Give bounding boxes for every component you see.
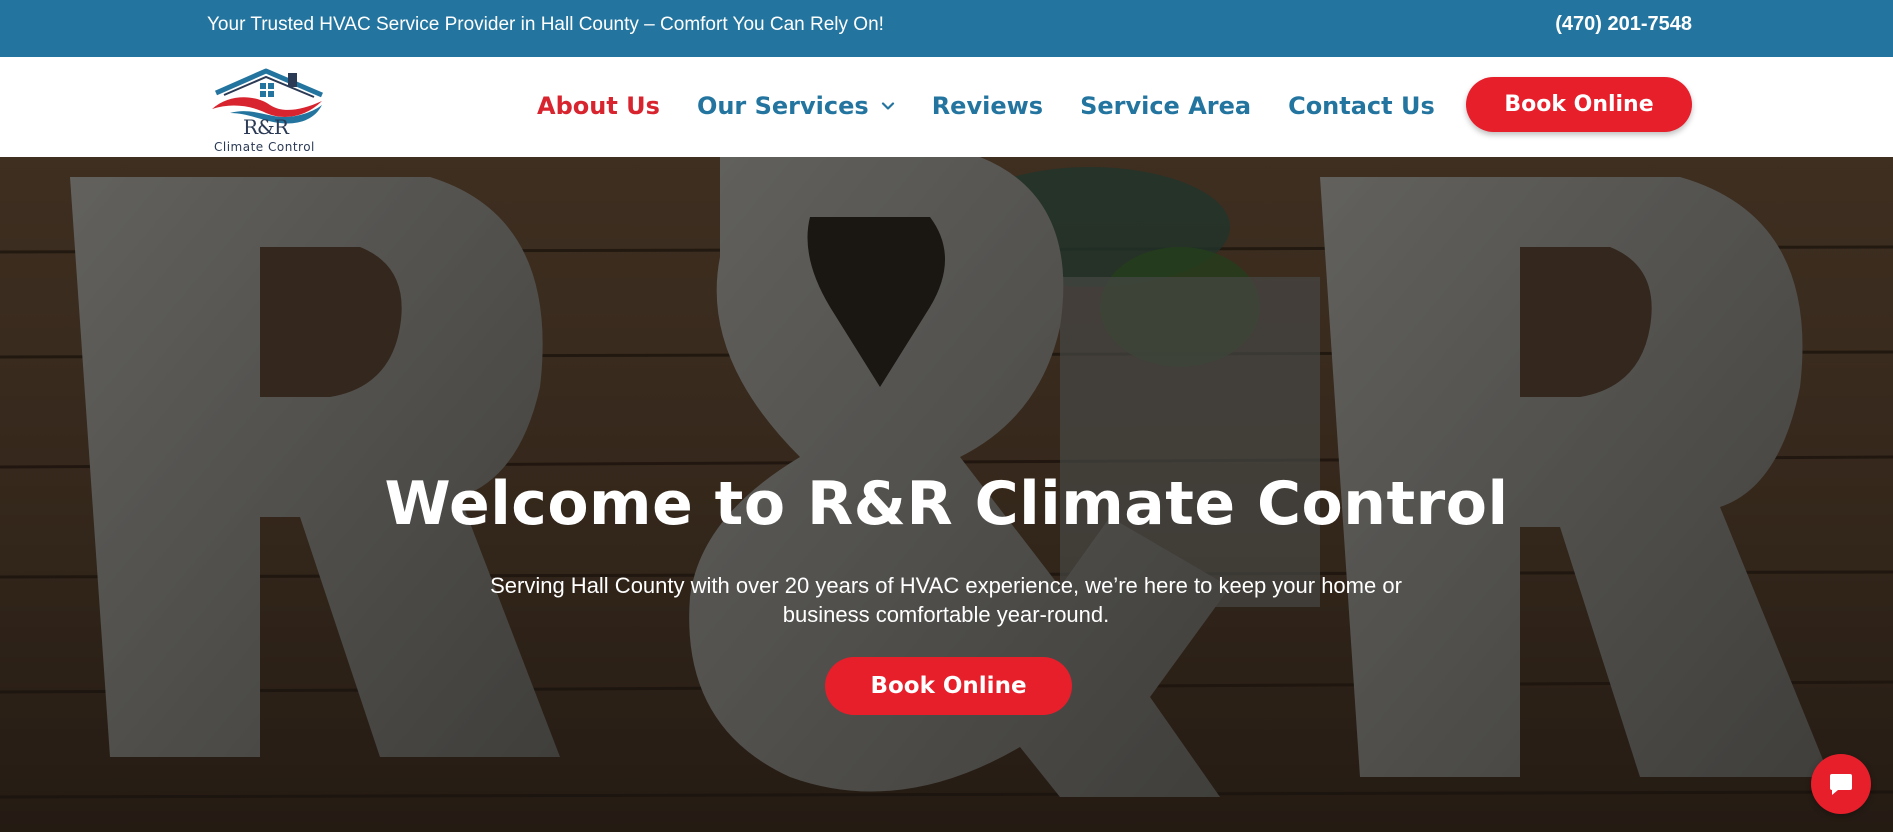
hero-title: Welcome to R&R Climate Control xyxy=(384,469,1509,539)
phone-link[interactable]: (470) 201-7548 xyxy=(1555,12,1692,36)
nav-about-us[interactable]: About Us xyxy=(537,92,660,120)
nav-our-services[interactable]: Our Services xyxy=(697,92,895,120)
nav-our-services-label: Our Services xyxy=(696,92,869,120)
main-nav: About Us Our Services Reviews Service Ar… xyxy=(537,86,1472,126)
chat-widget-button[interactable] xyxy=(1811,754,1871,814)
hero-book-online-button[interactable]: Book Online xyxy=(825,657,1072,715)
nav-contact-us[interactable]: Contact Us xyxy=(1288,92,1435,120)
chevron-down-icon[interactable] xyxy=(881,99,895,113)
logo-subtitle: Climate Control xyxy=(214,140,315,154)
top-bar-tagline: Your Trusted HVAC Service Provider in Ha… xyxy=(207,14,884,35)
top-bar: Your Trusted HVAC Service Provider in Ha… xyxy=(0,0,1893,57)
hero-section: Welcome to R&R Climate Control Serving H… xyxy=(0,157,1893,832)
header-book-online-button[interactable]: Book Online xyxy=(1466,77,1692,132)
logo-name: R&R xyxy=(243,115,289,139)
hero-subtitle: Serving Hall County with over 20 years o… xyxy=(490,573,1402,627)
nav-reviews[interactable]: Reviews xyxy=(932,92,1043,120)
logo[interactable]: R&R Climate Control xyxy=(210,65,326,154)
chat-bubble-icon xyxy=(1830,774,1852,795)
nav-service-area[interactable]: Service Area xyxy=(1080,92,1251,120)
site-header: R&R Climate Control About Us Our Service… xyxy=(0,57,1893,157)
